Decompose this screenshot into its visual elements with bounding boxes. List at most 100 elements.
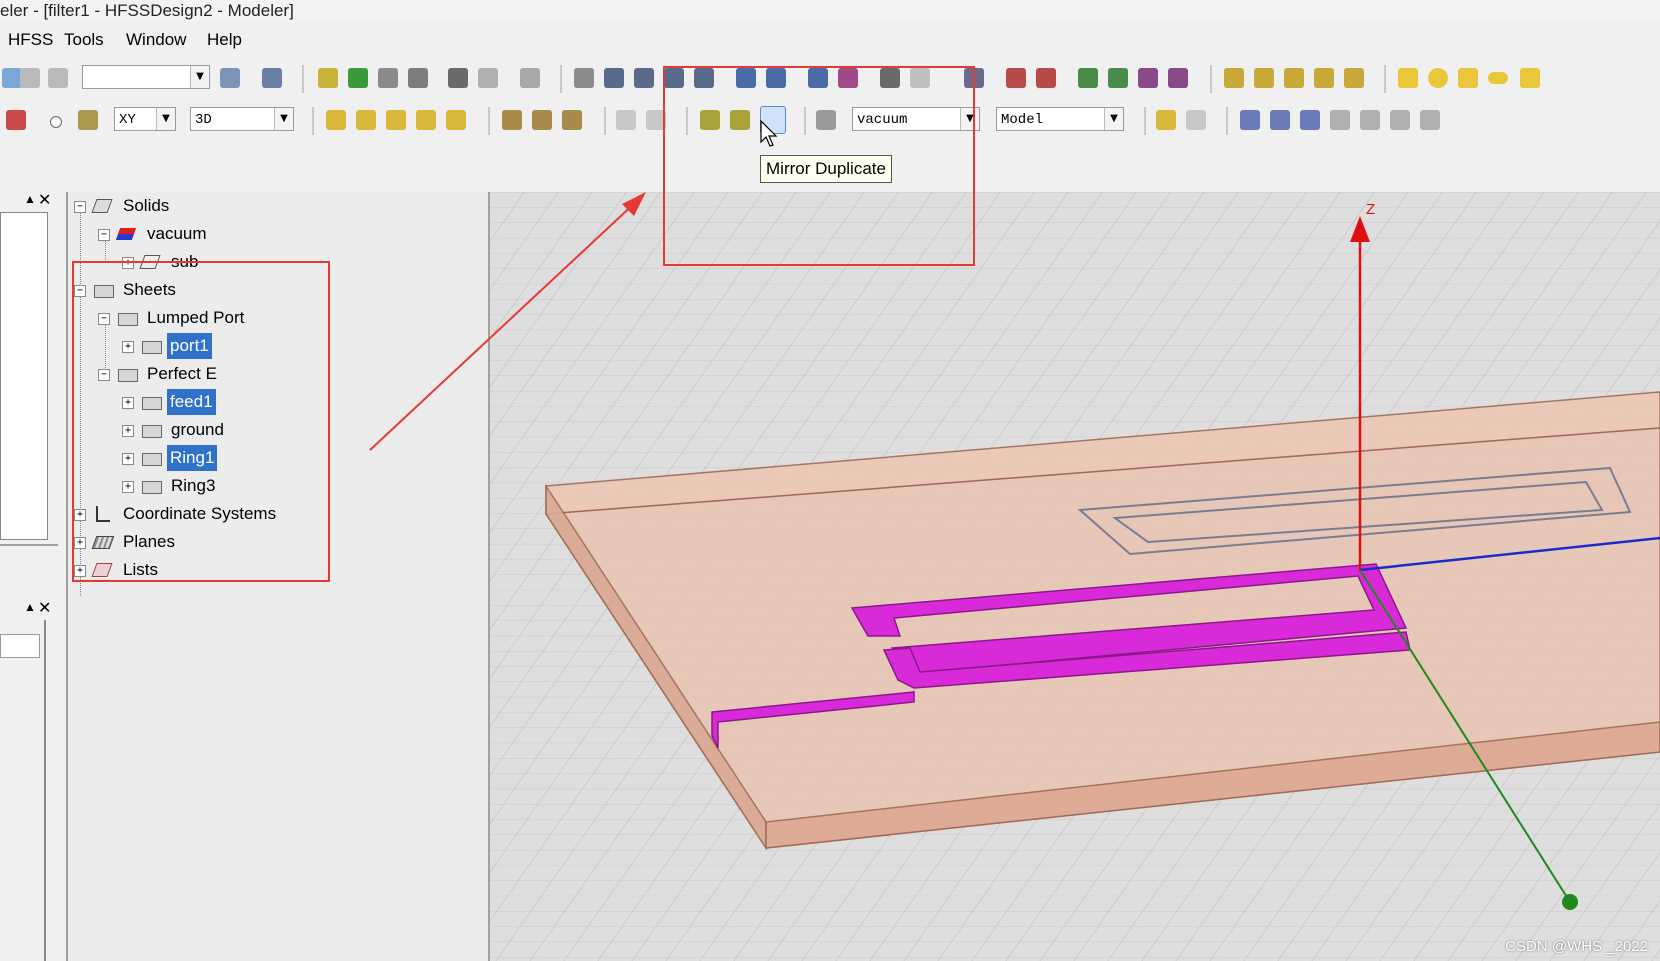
model-combo-value: Model	[1001, 112, 1044, 128]
draw-function-icon[interactable]	[1344, 68, 1364, 88]
sweep-icon[interactable]	[1138, 68, 1158, 88]
plot-icon[interactable]	[478, 68, 498, 88]
draw-circle-icon[interactable]	[1428, 68, 1448, 88]
3d-object-icon[interactable]	[6, 110, 26, 130]
box-icon[interactable]	[1156, 110, 1176, 130]
unite-icon[interactable]	[326, 110, 346, 130]
window-title: eler - [filter1 - HFSSDesign2 - Modeler]	[0, 1, 294, 20]
rotate-axis-icon[interactable]	[634, 68, 654, 88]
select-icon[interactable]	[2, 68, 22, 88]
z-axis-label: Z	[1366, 201, 1375, 218]
chevron-down-icon: ▼	[274, 108, 293, 130]
toolbar-separator	[1210, 65, 1212, 93]
rotate-object-icon[interactable]	[532, 110, 552, 130]
viewport-canvas: Z	[490, 192, 1660, 961]
subtract-icon[interactable]	[356, 110, 376, 130]
menu-hfss[interactable]: HFSS	[8, 30, 53, 50]
draw-line-icon[interactable]	[1224, 68, 1244, 88]
plane-combo[interactable]: XY ▼	[114, 107, 176, 131]
panel-pin-icon[interactable]: ▲	[24, 600, 36, 614]
draw-center-arc-icon[interactable]	[1314, 68, 1334, 88]
3d-modeler-viewport[interactable]: Z	[490, 192, 1660, 961]
relative-cs-icon[interactable]	[1240, 110, 1260, 130]
annotation-arrow	[369, 192, 646, 451]
mirror-duplicate-tooltip: Mirror Duplicate	[760, 155, 892, 183]
cs-measure-icon[interactable]	[1330, 110, 1350, 130]
mirror-icon[interactable]	[562, 110, 582, 130]
toolbar-separator	[1144, 107, 1146, 135]
toolbar-separator	[312, 107, 314, 135]
pane-border	[44, 620, 46, 961]
move-icon[interactable]	[502, 110, 522, 130]
chevron-down-icon: ▼	[1104, 108, 1123, 130]
analyze-icon[interactable]	[378, 68, 398, 88]
view-mode-combo[interactable]: 3D ▼	[190, 107, 294, 131]
split-icon[interactable]	[416, 110, 436, 130]
menu-help[interactable]: Help	[207, 30, 242, 50]
draw-ellipse-icon[interactable]	[1488, 72, 1508, 84]
draw-arc-icon[interactable]	[1284, 68, 1304, 88]
mouse-cursor-icon	[760, 120, 778, 147]
draw-polygon-icon[interactable]	[1458, 68, 1478, 88]
point-icon[interactable]	[50, 116, 62, 128]
solid-icon	[91, 199, 113, 213]
sweep-along-icon[interactable]	[616, 110, 636, 130]
collapse-icon[interactable]: −	[74, 201, 86, 213]
mesh-icon[interactable]	[1078, 68, 1098, 88]
selection-combo[interactable]: ▼	[82, 65, 210, 89]
setup-icon[interactable]	[1108, 68, 1128, 88]
field-overlay-icon[interactable]	[448, 68, 468, 88]
check-icon[interactable]	[348, 68, 368, 88]
cs-expand-icon[interactable]	[1360, 110, 1380, 130]
menu-window[interactable]: Window	[126, 30, 186, 50]
align-bottom-icon[interactable]	[48, 68, 68, 88]
region-icon[interactable]	[1186, 110, 1206, 130]
draw-spline-icon[interactable]	[1254, 68, 1274, 88]
excitation-icon[interactable]	[1036, 68, 1056, 88]
report-icon[interactable]	[262, 68, 282, 88]
tree-label: vacuum	[147, 224, 207, 243]
cs-offset-icon[interactable]	[1390, 110, 1410, 130]
pan-hand-icon[interactable]	[574, 68, 594, 88]
draw-rectangle-icon[interactable]	[1398, 68, 1418, 88]
side-panel: ▲ ✕ ▲ ✕	[0, 190, 58, 961]
toolbar-separator	[302, 65, 304, 93]
toolbar-separator	[488, 107, 490, 135]
menu-bar: HFSS Tools Window Help	[0, 26, 1660, 54]
view-mode-combo-value: 3D	[195, 112, 212, 128]
intersect-icon[interactable]	[386, 110, 406, 130]
cs-rotate-icon[interactable]	[1420, 110, 1440, 130]
material-group-icon	[115, 228, 137, 240]
panel-pin-icon[interactable]: ▲	[24, 192, 36, 206]
copy-icon[interactable]	[520, 68, 540, 88]
project-manager-pane[interactable]	[0, 212, 48, 540]
tree-label: Solids	[123, 196, 170, 215]
chevron-down-icon: ▼	[190, 66, 209, 88]
optimetrics-icon[interactable]	[1168, 68, 1188, 88]
collapse-icon[interactable]: −	[98, 229, 110, 241]
watermark: CSDN @WHS _2022	[1505, 938, 1648, 955]
align-top-icon[interactable]	[20, 68, 40, 88]
draw-region-icon[interactable]	[1520, 68, 1540, 88]
toolbar-separator	[1226, 107, 1228, 135]
coordinate-system-icon[interactable]	[78, 110, 98, 130]
plane-combo-value: XY	[119, 112, 136, 128]
pane-splitter[interactable]	[0, 544, 58, 546]
object-cs-icon[interactable]	[1300, 110, 1320, 130]
menu-tools[interactable]: Tools	[64, 30, 104, 50]
imprint-icon[interactable]	[446, 110, 466, 130]
annotation-box-tree	[72, 261, 330, 582]
grid-snap-icon[interactable]	[220, 68, 240, 88]
chevron-down-icon: ▼	[156, 108, 175, 130]
close-icon[interactable]: ✕	[38, 190, 51, 210]
y-axis-end-marker	[1562, 894, 1578, 910]
model-combo[interactable]: Model ▼	[996, 107, 1124, 131]
validate-icon[interactable]	[318, 68, 338, 88]
face-cs-icon[interactable]	[1270, 110, 1290, 130]
annotation-arrow-line	[369, 199, 639, 451]
properties-field[interactable]	[0, 634, 40, 658]
rotate-icon[interactable]	[604, 68, 624, 88]
boundary-icon[interactable]	[1006, 68, 1026, 88]
results-icon[interactable]	[408, 68, 428, 88]
close-icon[interactable]: ✕	[38, 598, 51, 618]
